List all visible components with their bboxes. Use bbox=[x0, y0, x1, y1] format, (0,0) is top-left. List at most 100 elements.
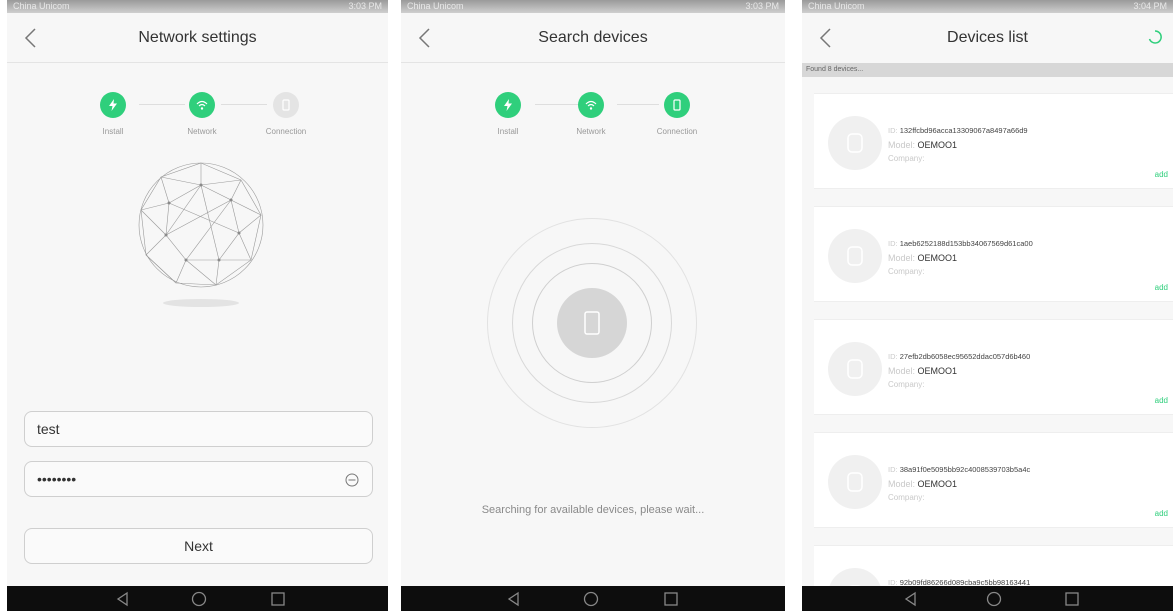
device-model: Model: OEMOO1 bbox=[888, 366, 957, 376]
add-device-button[interactable]: add bbox=[1155, 170, 1168, 179]
devices-list-screen: China Unicom 3:04 PM Devices list Found … bbox=[802, 0, 1173, 611]
step-dot bbox=[578, 92, 604, 118]
model-value: OEMOO1 bbox=[917, 253, 958, 263]
device-avatar bbox=[828, 229, 882, 283]
android-nav-bar bbox=[7, 586, 388, 611]
step-dot bbox=[100, 92, 126, 118]
company-label: Company: bbox=[888, 154, 925, 163]
top-bar: Network settings bbox=[7, 13, 388, 63]
id-value: 1aeb6252188d153bb34067569d61ca00 bbox=[899, 239, 1033, 248]
id-label: ID: bbox=[888, 239, 898, 248]
device-avatar bbox=[828, 455, 882, 509]
phone-icon bbox=[673, 99, 681, 111]
bolt-icon bbox=[504, 99, 512, 111]
id-value: 132ffcbd96acca13309067a8497a66d9 bbox=[899, 126, 1028, 135]
nav-recents-button[interactable] bbox=[662, 590, 680, 608]
password-field[interactable] bbox=[24, 461, 373, 497]
square-recents-icon bbox=[664, 592, 678, 606]
step-dot bbox=[664, 92, 690, 118]
id-label: ID: bbox=[888, 465, 898, 474]
top-bar: Search devices bbox=[401, 13, 785, 63]
triangle-back-icon bbox=[116, 591, 128, 607]
company-label: Company: bbox=[888, 493, 925, 502]
show-password-toggle[interactable] bbox=[344, 472, 360, 488]
id-label: ID: bbox=[888, 126, 898, 135]
model-label: Model: bbox=[888, 479, 916, 489]
step-label: Install bbox=[102, 127, 124, 136]
add-device-button[interactable]: add bbox=[1155, 396, 1168, 405]
next-button[interactable]: Next bbox=[24, 528, 373, 564]
nav-recents-button[interactable] bbox=[269, 590, 287, 608]
android-nav-bar bbox=[802, 586, 1173, 611]
phone-icon bbox=[282, 99, 290, 111]
step-connection: Connection bbox=[637, 92, 717, 136]
device-card[interactable]: ID: 132ffcbd96acca13309067a8497a66d9 Mode… bbox=[814, 93, 1173, 189]
loading-spinner-icon bbox=[1148, 30, 1162, 44]
nav-recents-button[interactable] bbox=[1063, 590, 1081, 608]
status-time: 3:03 PM bbox=[348, 1, 382, 11]
model-value: OEMOO1 bbox=[917, 479, 958, 489]
network-globe-illustration bbox=[138, 162, 264, 307]
ssid-field[interactable] bbox=[24, 411, 373, 447]
nav-back-button[interactable] bbox=[505, 590, 523, 608]
step-dot bbox=[189, 92, 215, 118]
password-input[interactable] bbox=[25, 462, 325, 496]
device-company: Company: bbox=[888, 380, 924, 389]
device-card[interactable]: ID: 27efb2db6058ec95652ddac057d6b460 Mode… bbox=[814, 319, 1173, 415]
step-connection: Connection bbox=[246, 92, 326, 136]
nav-back-button[interactable] bbox=[114, 590, 132, 608]
nav-home-button[interactable] bbox=[190, 590, 208, 608]
step-label: Connection bbox=[265, 127, 307, 136]
device-avatar bbox=[828, 116, 882, 170]
model-label: Model: bbox=[888, 253, 916, 263]
device-card[interactable]: ID: 1aeb6252188d153bb34067569d61ca00 Mode… bbox=[814, 206, 1173, 302]
device-company: Company: bbox=[888, 493, 924, 502]
page-title: Devices list bbox=[947, 29, 1028, 46]
nav-back-button[interactable] bbox=[902, 590, 920, 608]
step-label: Install bbox=[497, 127, 519, 136]
step-dot bbox=[495, 92, 521, 118]
device-icon bbox=[847, 472, 863, 492]
company-label: Company: bbox=[888, 380, 925, 389]
page-title: Network settings bbox=[138, 29, 257, 46]
device-id: ID: 1aeb6252188d153bb34067569d61ca00 bbox=[888, 239, 1033, 248]
device-company: Company: bbox=[888, 267, 924, 276]
step-network: Network bbox=[162, 92, 242, 136]
model-label: Model: bbox=[888, 140, 916, 150]
device-model: Model: OEMOO1 bbox=[888, 140, 957, 150]
add-device-button[interactable]: add bbox=[1155, 509, 1168, 518]
square-recents-icon bbox=[271, 592, 285, 606]
progress-stepper: Install Network Connection bbox=[7, 92, 388, 142]
wifi-icon bbox=[196, 100, 208, 110]
device-placeholder bbox=[557, 288, 627, 358]
device-id: ID: 38a91f0e5095bb92c4008539703b5a4c bbox=[888, 465, 1030, 474]
wifi-icon bbox=[585, 100, 597, 110]
model-label: Model: bbox=[888, 366, 916, 376]
carrier-label: China Unicom bbox=[13, 1, 70, 11]
id-value: 27efb2db6058ec95652ddac057d6b460 bbox=[899, 352, 1031, 361]
device-card[interactable]: ID: 38a91f0e5095bb92c4008539703b5a4c Mode… bbox=[814, 432, 1173, 528]
step-dot bbox=[273, 92, 299, 118]
step-label: Network bbox=[187, 127, 217, 136]
network-settings-screen: China Unicom 3:03 PM Network settings In… bbox=[7, 0, 388, 611]
nav-home-button[interactable] bbox=[582, 590, 600, 608]
carrier-label: China Unicom bbox=[407, 1, 464, 11]
device-model: Model: OEMOO1 bbox=[888, 479, 957, 489]
circle-home-icon bbox=[583, 591, 599, 607]
add-device-button[interactable]: add bbox=[1155, 283, 1168, 292]
device-icon bbox=[847, 359, 863, 379]
id-value: 38a91f0e5095bb92c4008539703b5a4c bbox=[899, 465, 1031, 474]
circle-home-icon bbox=[986, 591, 1002, 607]
nav-home-button[interactable] bbox=[985, 590, 1003, 608]
step-label: Network bbox=[576, 127, 606, 136]
ssid-input[interactable] bbox=[25, 412, 325, 446]
top-bar: Devices list bbox=[802, 13, 1173, 63]
android-nav-bar bbox=[401, 586, 785, 611]
step-install: Install bbox=[73, 92, 153, 136]
model-value: OEMOO1 bbox=[917, 140, 958, 150]
device-icon bbox=[847, 133, 863, 153]
device-icon bbox=[847, 246, 863, 266]
device-id: ID: 132ffcbd96acca13309067a8497a66d9 bbox=[888, 126, 1028, 135]
status-time: 3:04 PM bbox=[1133, 1, 1167, 11]
device-id: ID: 27efb2db6058ec95652ddac057d6b460 bbox=[888, 352, 1030, 361]
